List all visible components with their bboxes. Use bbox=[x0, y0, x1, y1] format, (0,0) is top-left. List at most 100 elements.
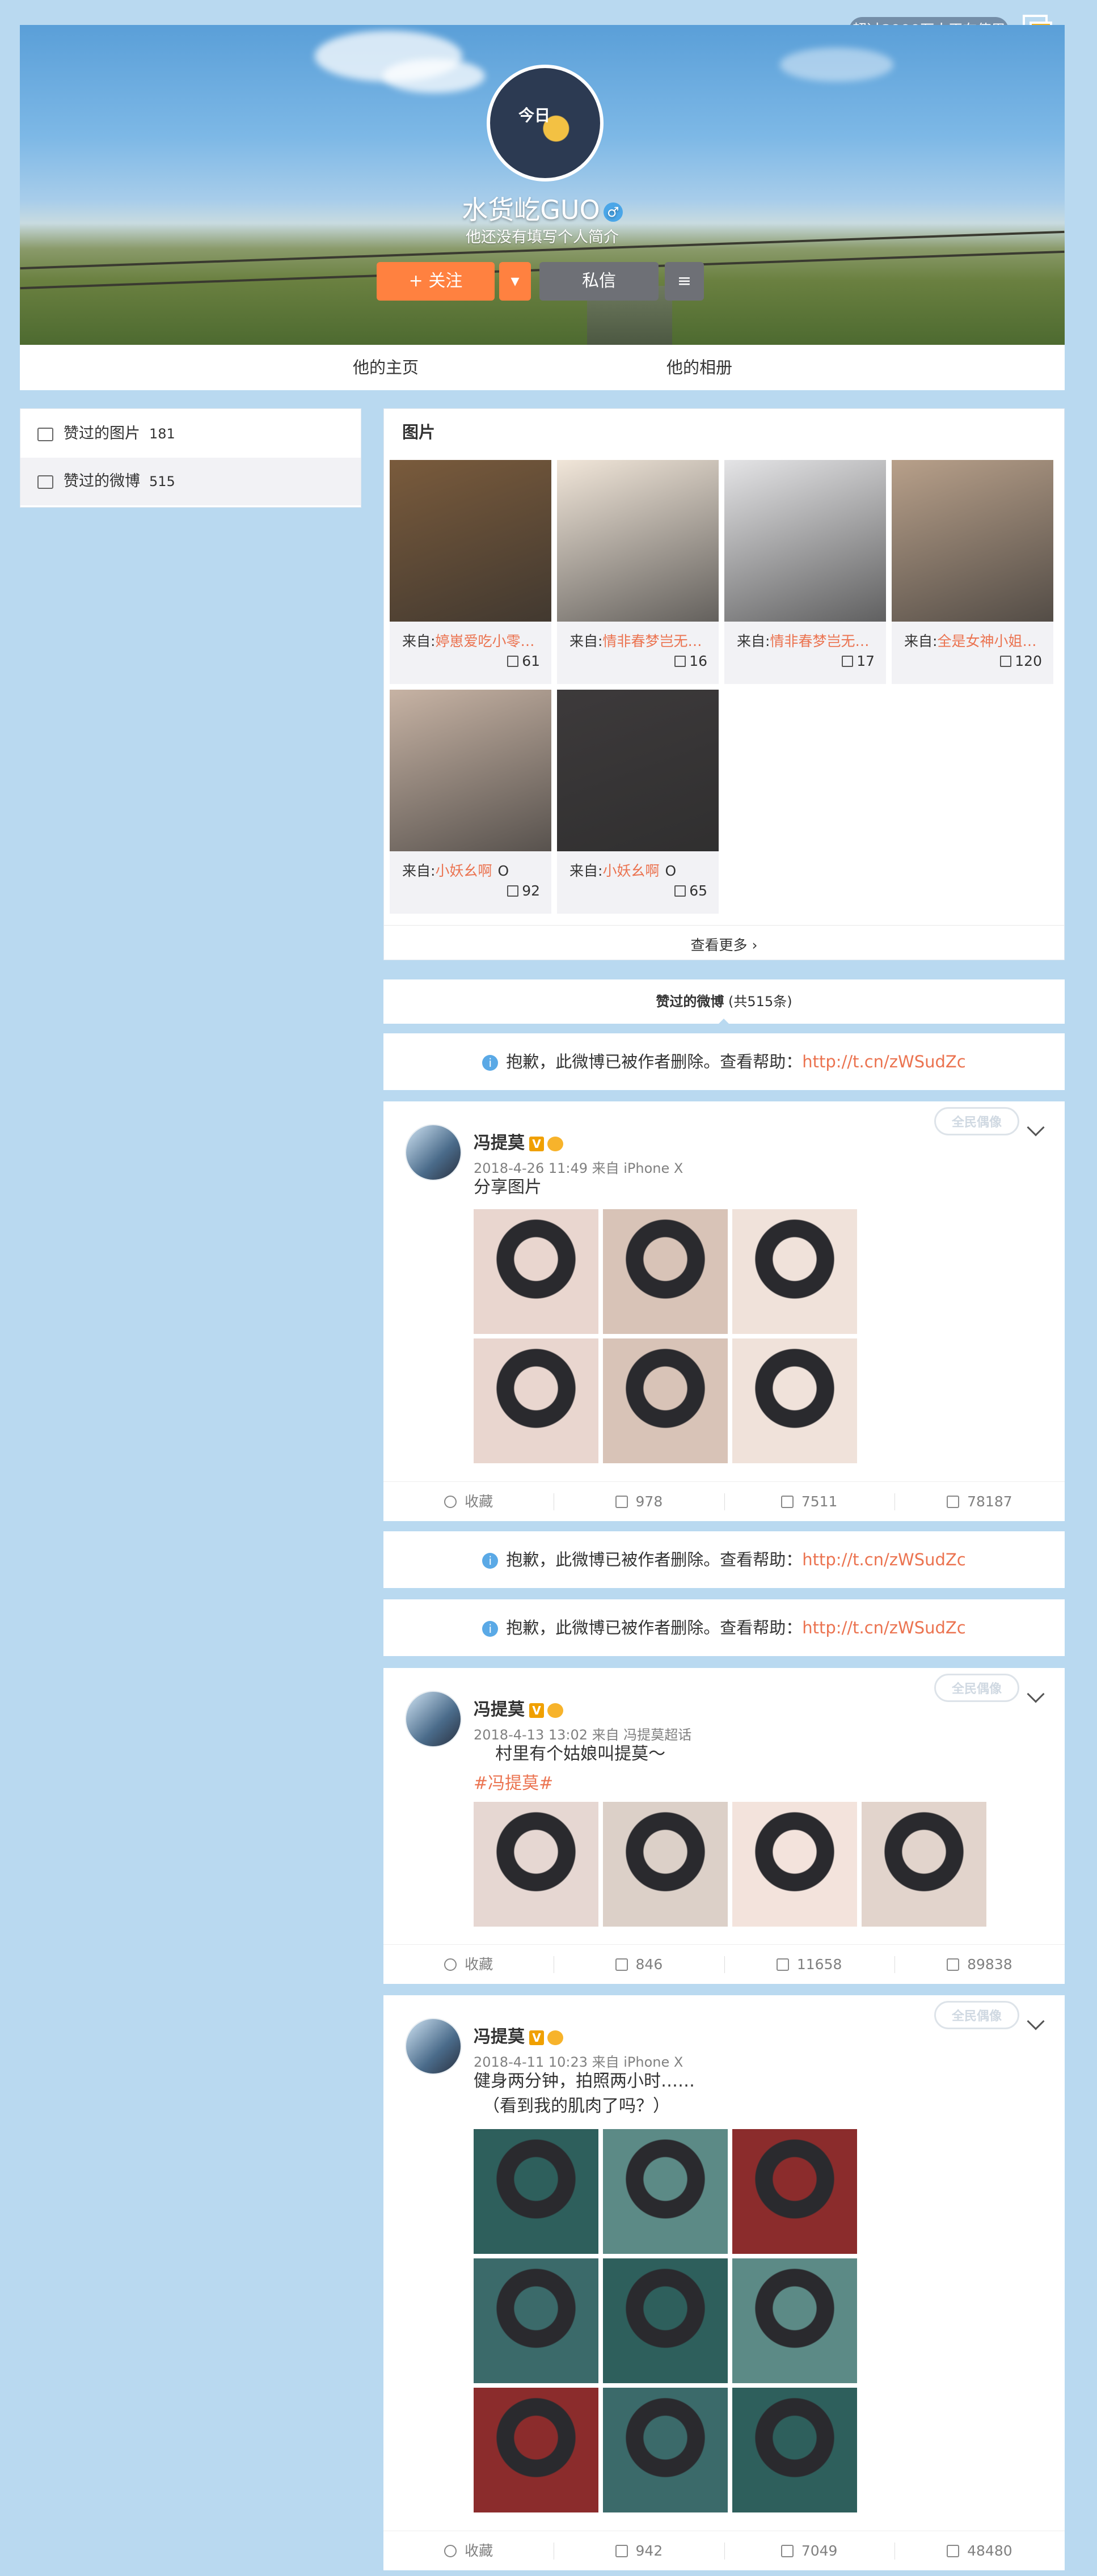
favorite-button[interactable]: 收藏 bbox=[383, 2531, 554, 2571]
photo-likes[interactable]: 17 bbox=[842, 653, 875, 669]
source-link[interactable]: 情非春梦岂无… bbox=[770, 633, 869, 649]
chevron-down-icon[interactable] bbox=[1027, 2012, 1045, 2030]
deleted-notice: i 抱歉，此微博已被作者删除。查看帮助：http://t.cn/zWSudZc bbox=[383, 1531, 1065, 1588]
avatar-text: 今日 bbox=[518, 106, 551, 125]
author-name[interactable]: 冯提莫 bbox=[474, 2027, 525, 2047]
photo-card[interactable]: 来自:小妖幺啊 O 92 bbox=[390, 690, 551, 914]
panel-title: 图片 bbox=[402, 423, 436, 442]
photo-card[interactable]: 来自:全是女神小姐… 120 bbox=[892, 460, 1053, 684]
chevron-down-icon[interactable] bbox=[1027, 1685, 1045, 1703]
photo-likes[interactable]: 61 bbox=[507, 653, 540, 669]
comment-icon bbox=[780, 1496, 794, 1508]
photo-likes[interactable]: 16 bbox=[674, 653, 707, 669]
avatar[interactable] bbox=[405, 1691, 462, 1747]
source-link[interactable]: 情非春梦岂无… bbox=[602, 633, 702, 649]
follow-button[interactable]: + 关注 bbox=[377, 262, 495, 301]
photo-thumbnail[interactable] bbox=[390, 460, 551, 622]
like-count: 89838 bbox=[967, 1956, 1012, 1973]
post-image[interactable] bbox=[862, 1802, 986, 1927]
photo-likes[interactable]: 65 bbox=[674, 882, 707, 899]
source-prefix: 来自: bbox=[569, 633, 603, 649]
idol-stamp: 全民偶像 bbox=[934, 1107, 1019, 1135]
comment-count: 11658 bbox=[796, 1956, 842, 1973]
help-link[interactable]: http://t.cn/zWSudZc bbox=[802, 1550, 965, 1569]
liked-posts-count: (共515条) bbox=[728, 994, 792, 1010]
author-name[interactable]: 冯提莫 bbox=[474, 1700, 525, 1720]
photo-card[interactable]: 来自:情非春梦岂无… 17 bbox=[724, 460, 886, 684]
author-name[interactable]: 冯提莫 bbox=[474, 1133, 525, 1153]
post-image[interactable] bbox=[732, 2129, 857, 2254]
post-image[interactable] bbox=[603, 1209, 728, 1334]
help-link[interactable]: http://t.cn/zWSudZc bbox=[802, 1052, 965, 1071]
share-button[interactable]: 942 bbox=[554, 2531, 724, 2571]
tab-album[interactable]: 他的相册 bbox=[666, 345, 732, 390]
message-button[interactable]: 私信 bbox=[539, 262, 659, 301]
post-image[interactable] bbox=[732, 1209, 857, 1334]
tab-home[interactable]: 他的主页 bbox=[353, 345, 419, 390]
photo-card[interactable]: 来自:小妖幺啊 O 65 bbox=[557, 690, 719, 914]
post-image[interactable] bbox=[603, 2258, 728, 2383]
share-icon bbox=[615, 1958, 628, 1971]
post-image[interactable] bbox=[732, 1338, 857, 1463]
favorite-button[interactable]: 收藏 bbox=[383, 1482, 554, 1522]
post-actions: 收藏 942 7049 48480 bbox=[383, 2531, 1065, 2570]
post-image[interactable] bbox=[603, 2129, 728, 2254]
post-card: 全民偶像 冯提莫 V 2018-4-11 10:23 来自 iPhone X 健身… bbox=[383, 1995, 1065, 2570]
photo-card[interactable]: 来自:婷崽爱吃小零… 61 bbox=[390, 460, 551, 684]
comment-button[interactable]: 7511 bbox=[724, 1482, 895, 1522]
verified-icon: V bbox=[529, 1703, 544, 1718]
post-image[interactable] bbox=[603, 2388, 728, 2512]
post-image[interactable] bbox=[474, 2129, 598, 2254]
like-button[interactable]: 89838 bbox=[894, 1945, 1065, 1984]
profile-avatar[interactable]: 今日 bbox=[487, 65, 604, 181]
photo-likes[interactable]: 120 bbox=[1000, 653, 1042, 669]
post-image[interactable] bbox=[732, 2388, 857, 2512]
favorite-button[interactable]: 收藏 bbox=[383, 1945, 554, 1984]
source-link[interactable]: 全是女神小姐… bbox=[937, 633, 1036, 649]
sidebar-item-liked-posts[interactable]: 赞过的微博 515 bbox=[20, 458, 361, 505]
photo-likes[interactable]: 92 bbox=[507, 882, 540, 899]
photo-source: 来自:情非春梦岂无… bbox=[569, 630, 711, 651]
source-link[interactable]: 小妖幺啊 bbox=[602, 863, 659, 879]
photo-thumbnail[interactable] bbox=[557, 690, 719, 851]
photo-thumbnail[interactable] bbox=[892, 460, 1053, 622]
source-link[interactable]: 婷崽爱吃小零… bbox=[435, 633, 534, 649]
hashtag-link[interactable]: #冯提莫# bbox=[474, 1769, 553, 1794]
photo-thumbnail[interactable] bbox=[557, 460, 719, 622]
post-meta: 2018-4-13 13:02 来自 冯提莫超话 bbox=[474, 1727, 692, 1743]
photo-thumbnail[interactable] bbox=[724, 460, 886, 622]
post-image[interactable] bbox=[732, 1802, 857, 1927]
sidebar: 赞过的图片 181 赞过的微博 515 bbox=[20, 408, 361, 508]
thumb-up-icon bbox=[507, 885, 519, 897]
source-link[interactable]: 小妖幺啊 bbox=[435, 863, 492, 879]
comment-button[interactable]: 7049 bbox=[724, 2531, 895, 2571]
sidebar-item-label: 赞过的微博 bbox=[64, 472, 140, 490]
post-image[interactable] bbox=[603, 1802, 728, 1927]
post-author: 冯提莫 V bbox=[474, 1129, 563, 1154]
follow-dropdown-button[interactable]: ▾ bbox=[499, 262, 531, 301]
photo-thumbnail[interactable] bbox=[390, 690, 551, 851]
post-image[interactable] bbox=[603, 1338, 728, 1463]
chevron-down-icon[interactable] bbox=[1027, 1118, 1045, 1137]
view-more-link[interactable]: 查看更多 › bbox=[384, 925, 1064, 965]
like-button[interactable]: 78187 bbox=[894, 1482, 1065, 1522]
comment-button[interactable]: 11658 bbox=[724, 1945, 895, 1984]
menu-icon[interactable]: ≡ bbox=[665, 262, 704, 301]
avatar[interactable] bbox=[405, 2018, 462, 2075]
post-image[interactable] bbox=[474, 1802, 598, 1927]
share-button[interactable]: 846 bbox=[554, 1945, 724, 1984]
post-image[interactable] bbox=[474, 1209, 598, 1334]
share-button[interactable]: 978 bbox=[554, 1482, 724, 1522]
post-image[interactable] bbox=[474, 2388, 598, 2512]
like-button[interactable]: 48480 bbox=[894, 2531, 1065, 2571]
avatar[interactable] bbox=[405, 1124, 462, 1181]
share-count: 846 bbox=[635, 1956, 663, 1973]
sidebar-item-liked-photos[interactable]: 赞过的图片 181 bbox=[20, 410, 361, 458]
post-image[interactable] bbox=[474, 1338, 598, 1463]
sidebar-item-count: 515 bbox=[149, 474, 175, 489]
post-image[interactable] bbox=[732, 2258, 857, 2383]
post-image[interactable] bbox=[474, 2258, 598, 2383]
help-link[interactable]: http://t.cn/zWSudZc bbox=[802, 1618, 965, 1637]
post-author: 冯提莫 V bbox=[474, 2022, 563, 2047]
photo-card[interactable]: 来自:情非春梦岂无… 16 bbox=[557, 460, 719, 684]
